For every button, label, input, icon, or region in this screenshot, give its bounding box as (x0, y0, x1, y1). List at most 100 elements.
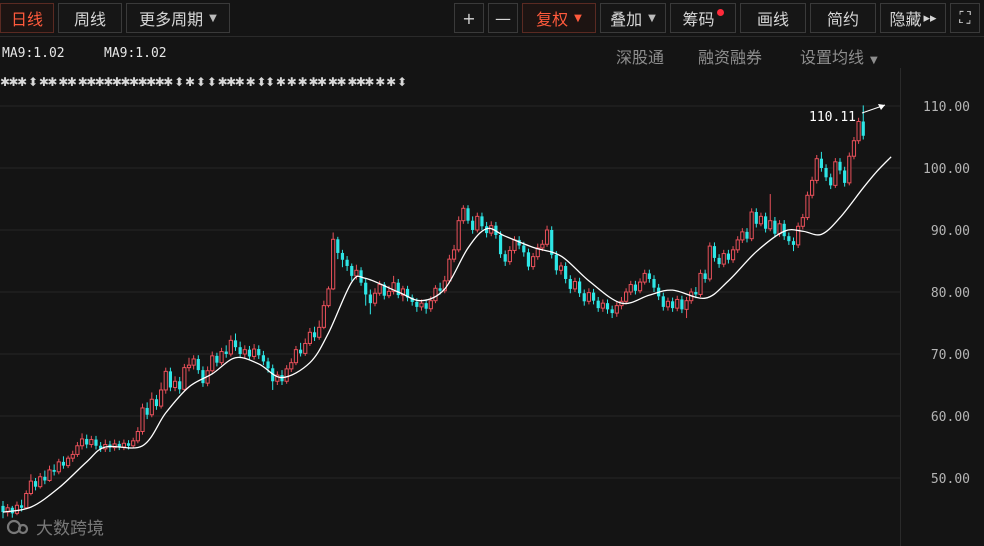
candle-body (526, 252, 531, 267)
candle-body (354, 269, 359, 277)
candle-body (466, 208, 470, 221)
candle (252, 344, 257, 360)
candle (572, 277, 578, 292)
candle-body (605, 303, 610, 310)
candle (79, 433, 85, 450)
candle-body (810, 179, 815, 196)
candle-body (261, 355, 265, 362)
candle-body (554, 254, 558, 271)
candle-body (740, 231, 745, 241)
candle (331, 232, 336, 291)
y-tick-label: 110.00 (923, 100, 970, 115)
candle-body (20, 505, 24, 508)
candle-body (633, 284, 637, 291)
candle (228, 335, 233, 357)
candle-body (182, 367, 187, 390)
candle-body (149, 398, 154, 416)
candle (1, 500, 5, 519)
candle (768, 194, 773, 232)
candle-body (321, 305, 326, 328)
candle-body (307, 331, 312, 344)
candle (564, 262, 568, 284)
candle-body (572, 280, 578, 290)
candle (196, 355, 200, 374)
y-tick-label: 50.00 (931, 472, 970, 487)
y-tick-label: 60.00 (931, 410, 970, 425)
candle (749, 208, 754, 242)
candle-body (624, 291, 629, 302)
candle-body (652, 278, 656, 288)
candle (289, 358, 294, 372)
candle-body (698, 272, 703, 295)
candle (182, 363, 187, 392)
candle-body (591, 292, 596, 301)
candle (317, 320, 322, 340)
candle-body (215, 355, 219, 363)
candle-body (461, 207, 466, 222)
candle (215, 352, 219, 367)
candle-body (819, 158, 823, 168)
candle-body (703, 273, 707, 279)
candle (405, 285, 410, 302)
candle-body (564, 265, 568, 279)
candle (642, 269, 647, 285)
candle (456, 216, 461, 253)
candle-body (768, 220, 773, 230)
candle-body (140, 407, 145, 433)
candle (507, 246, 512, 265)
candle (782, 220, 786, 240)
candle (61, 456, 66, 469)
candle-body (85, 438, 89, 445)
candle-body (396, 282, 400, 296)
candle (684, 296, 689, 319)
candle-body (368, 294, 372, 304)
candle-body (159, 389, 164, 407)
max-annotation: 110.11 (809, 104, 886, 125)
candle-body (266, 361, 270, 369)
candle-body (340, 252, 345, 260)
candle-body (805, 194, 810, 219)
candle-body (503, 254, 507, 262)
brand-logo-icon (6, 519, 29, 534)
candle (861, 105, 865, 140)
candle (721, 249, 726, 268)
candle-body (829, 177, 833, 186)
candle-body (168, 371, 172, 388)
candle (791, 237, 796, 252)
candle-body (196, 358, 200, 371)
candle-body (428, 300, 433, 310)
candle-body (833, 161, 838, 186)
candle-body (447, 258, 452, 282)
candle (610, 305, 614, 319)
candle-body (773, 220, 777, 234)
candle-body (838, 161, 842, 171)
candle-body (79, 438, 85, 447)
candle (75, 442, 80, 457)
candle (805, 191, 810, 221)
candle (819, 151, 823, 172)
candle (847, 152, 852, 186)
candle-body (312, 332, 317, 338)
candle (219, 347, 224, 366)
candle (814, 154, 819, 184)
candle-body (293, 349, 299, 364)
candle-body (219, 351, 224, 364)
candle (628, 280, 633, 296)
candle (163, 367, 168, 394)
watermark: 大数跨境 (6, 514, 104, 539)
candle (600, 299, 605, 312)
candle-body (782, 223, 786, 237)
candle (550, 226, 554, 259)
candle-body (800, 217, 805, 227)
candle (568, 275, 572, 294)
candle (800, 213, 805, 230)
candle-body (238, 347, 242, 354)
candle (796, 222, 801, 248)
candle-body (326, 288, 331, 307)
candle (391, 275, 396, 295)
candle (503, 250, 507, 266)
y-tick-label: 80.00 (931, 286, 970, 301)
candle (637, 278, 643, 294)
candle (191, 355, 196, 370)
candle-body (178, 381, 182, 390)
